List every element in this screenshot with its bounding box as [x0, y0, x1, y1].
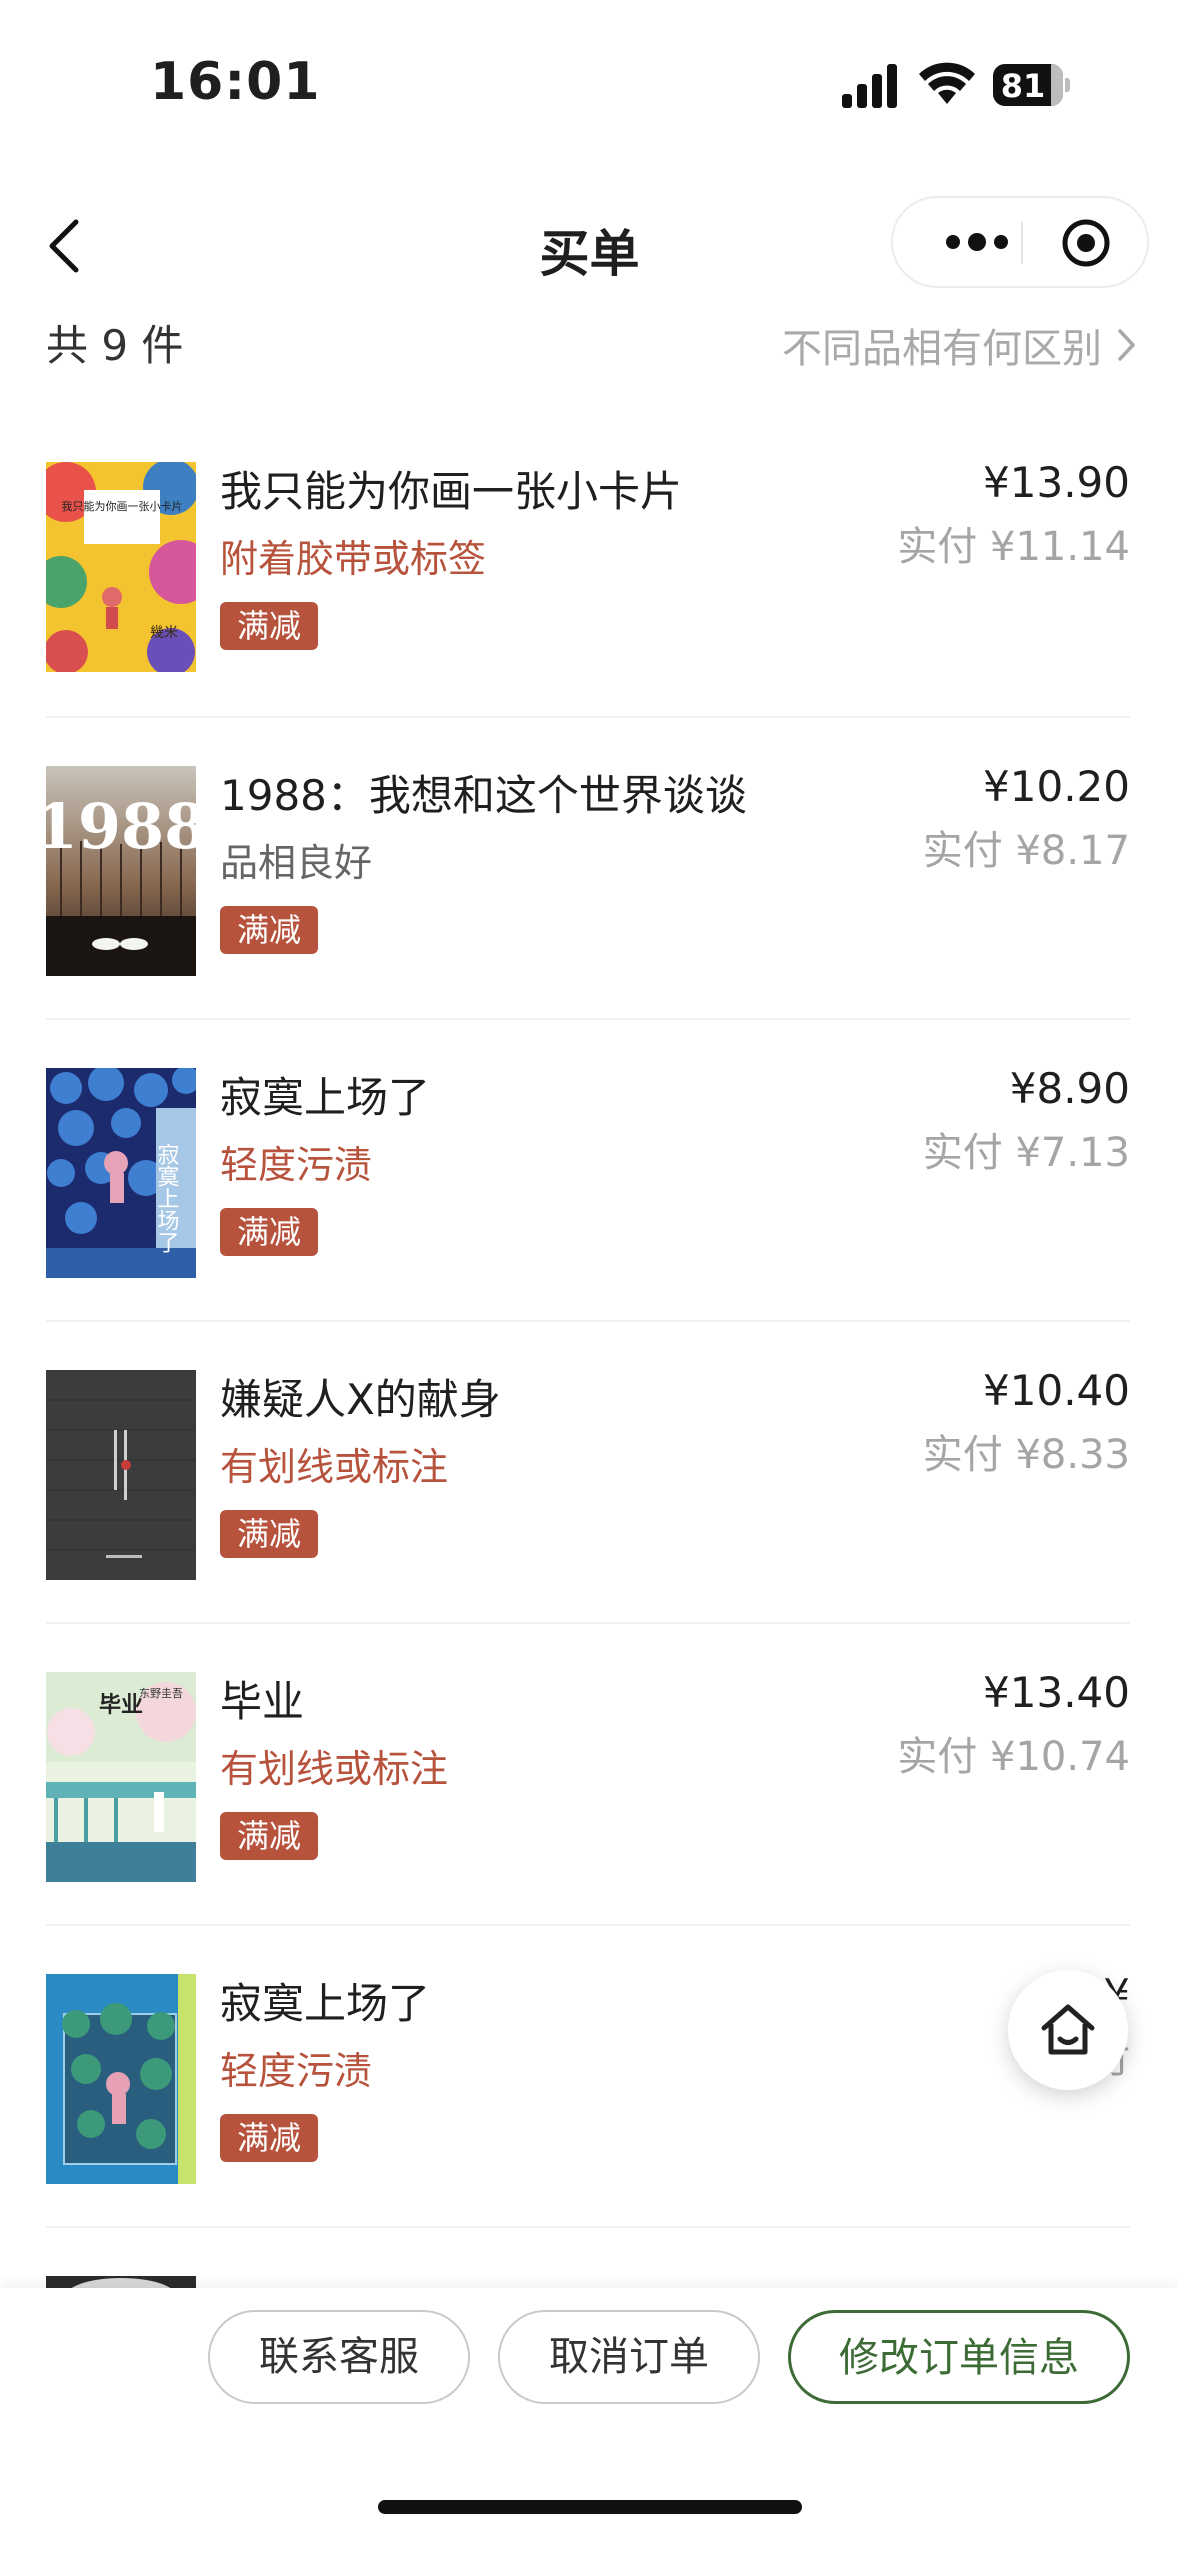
battery-level: 81 — [1000, 67, 1046, 105]
cover-title: 我只能为你画一张小卡片 — [62, 499, 183, 513]
promo-badge: 满减 — [220, 1208, 318, 1256]
condition-label: 有划线或标注 — [220, 1747, 449, 1791]
bottom-action-bar: 联系客服 取消订单 修改订单信息 — [0, 2288, 1179, 2556]
cover-author: 幾米 — [150, 625, 178, 641]
contact-service-button[interactable]: 联系客服 — [208, 2310, 470, 2404]
cancel-order-button[interactable]: 取消订单 — [498, 2310, 760, 2404]
book-cover-image: 1988 — [46, 766, 196, 976]
book-cover-image: 寂寞上场了 — [46, 1068, 196, 1278]
paid-price: 实付 ¥10.74 — [897, 1734, 1130, 1780]
item-price: ¥13.90 — [983, 458, 1130, 507]
book-title: 寂寞上场了 — [220, 1073, 431, 1122]
status-bar: 16:01 81 — [0, 0, 1179, 170]
order-summary: 共 9 件 不同品相有何区别 — [46, 312, 1136, 372]
book-cover-image: 毕业 东野圭吾 — [46, 1672, 196, 1882]
home-indicator — [378, 2500, 802, 2514]
book-title: 嫌疑人X的献身 — [220, 1375, 501, 1424]
condition-label: 轻度污渍 — [220, 2049, 373, 2093]
list-item[interactable]: 嫌疑人X的献身 有划线或标注 满减 ¥10.40 实付 ¥8.33 — [46, 1320, 1130, 1622]
item-price: ¥10.40 — [983, 1366, 1130, 1415]
list-item[interactable]: 1988 1988：我想和这个世界谈谈 品相良好 满减 ¥10.20 实付 ¥8… — [46, 716, 1130, 1018]
list-item[interactable]: 毕业 东野圭吾 毕业 有划线或标注 满减 ¥13.40 实付 ¥10.74 — [46, 1622, 1130, 1924]
home-icon — [1041, 2004, 1095, 2055]
book-title: 我只能为你画一张小卡片 — [220, 467, 683, 516]
book-cover-image — [46, 1370, 196, 1580]
wifi-icon — [919, 62, 975, 104]
capsule-divider — [1021, 222, 1023, 264]
promo-badge: 满减 — [220, 2114, 318, 2162]
modify-order-button[interactable]: 修改订单信息 — [788, 2310, 1130, 2404]
promo-badge: 满减 — [220, 1510, 318, 1558]
paid-price: 实付 ¥8.33 — [922, 1432, 1130, 1478]
condition-label: 品相良好 — [220, 841, 373, 885]
condition-difference-link[interactable]: 不同品相有何区别 — [782, 316, 1136, 374]
chevron-right-icon — [1118, 329, 1135, 361]
promo-badge: 满减 — [220, 602, 318, 650]
home-button[interactable] — [1008, 1970, 1128, 2090]
item-price: ¥10.20 — [983, 762, 1130, 811]
list-item[interactable]: 寂寞上场了 轻度污渍 满减 ¥ 实付 — [46, 1924, 1130, 2226]
cover-author: 东野圭吾 — [139, 1687, 183, 1700]
promo-badge: 满减 — [220, 906, 318, 954]
book-cover-image — [46, 1974, 196, 2184]
book-title: 1988：我想和这个世界谈谈 — [220, 771, 747, 820]
cover-title: 寂寞上场了 — [154, 1143, 180, 1253]
condition-label: 轻度污渍 — [220, 1143, 373, 1187]
navigation-bar: 买单 — [0, 190, 1179, 300]
miniprogram-capsule — [891, 196, 1149, 288]
condition-label: 有划线或标注 — [220, 1445, 449, 1489]
paid-price: 实付 ¥8.17 — [922, 828, 1130, 874]
condition-difference-label: 不同品相有何区别 — [782, 326, 1102, 372]
cover-title: 毕业 — [99, 1692, 143, 1718]
battery-icon: 81 — [993, 64, 1071, 106]
close-miniprogram-icon[interactable] — [1061, 218, 1111, 268]
status-time: 16:01 — [150, 52, 321, 112]
item-count: 共 9 件 — [46, 321, 184, 370]
promo-badge: 满减 — [220, 1812, 318, 1860]
cover-title: 1988 — [46, 790, 196, 863]
paid-price: 实付 ¥7.13 — [922, 1130, 1130, 1176]
more-icon[interactable] — [925, 198, 1029, 286]
condition-label: 附着胶带或标签 — [220, 537, 487, 581]
list-item[interactable]: 我只能为你画一张小卡片 幾米 我只能为你画一张小卡片 附着胶带或标签 满减 ¥1… — [46, 414, 1130, 716]
order-item-list: 我只能为你画一张小卡片 幾米 我只能为你画一张小卡片 附着胶带或标签 满减 ¥1… — [46, 414, 1130, 2528]
book-title: 寂寞上场了 — [220, 1979, 431, 2028]
list-item[interactable]: 寂寞上场了 寂寞上场了 轻度污渍 满减 ¥8.90 实付 ¥7.13 — [46, 1018, 1130, 1320]
book-cover-image: 我只能为你画一张小卡片 幾米 — [46, 462, 196, 672]
book-title: 毕业 — [220, 1677, 305, 1726]
cellular-signal-icon — [842, 64, 900, 108]
paid-price: 实付 ¥11.14 — [897, 524, 1130, 570]
item-price: ¥13.40 — [983, 1668, 1130, 1717]
item-price: ¥8.90 — [1009, 1064, 1130, 1113]
